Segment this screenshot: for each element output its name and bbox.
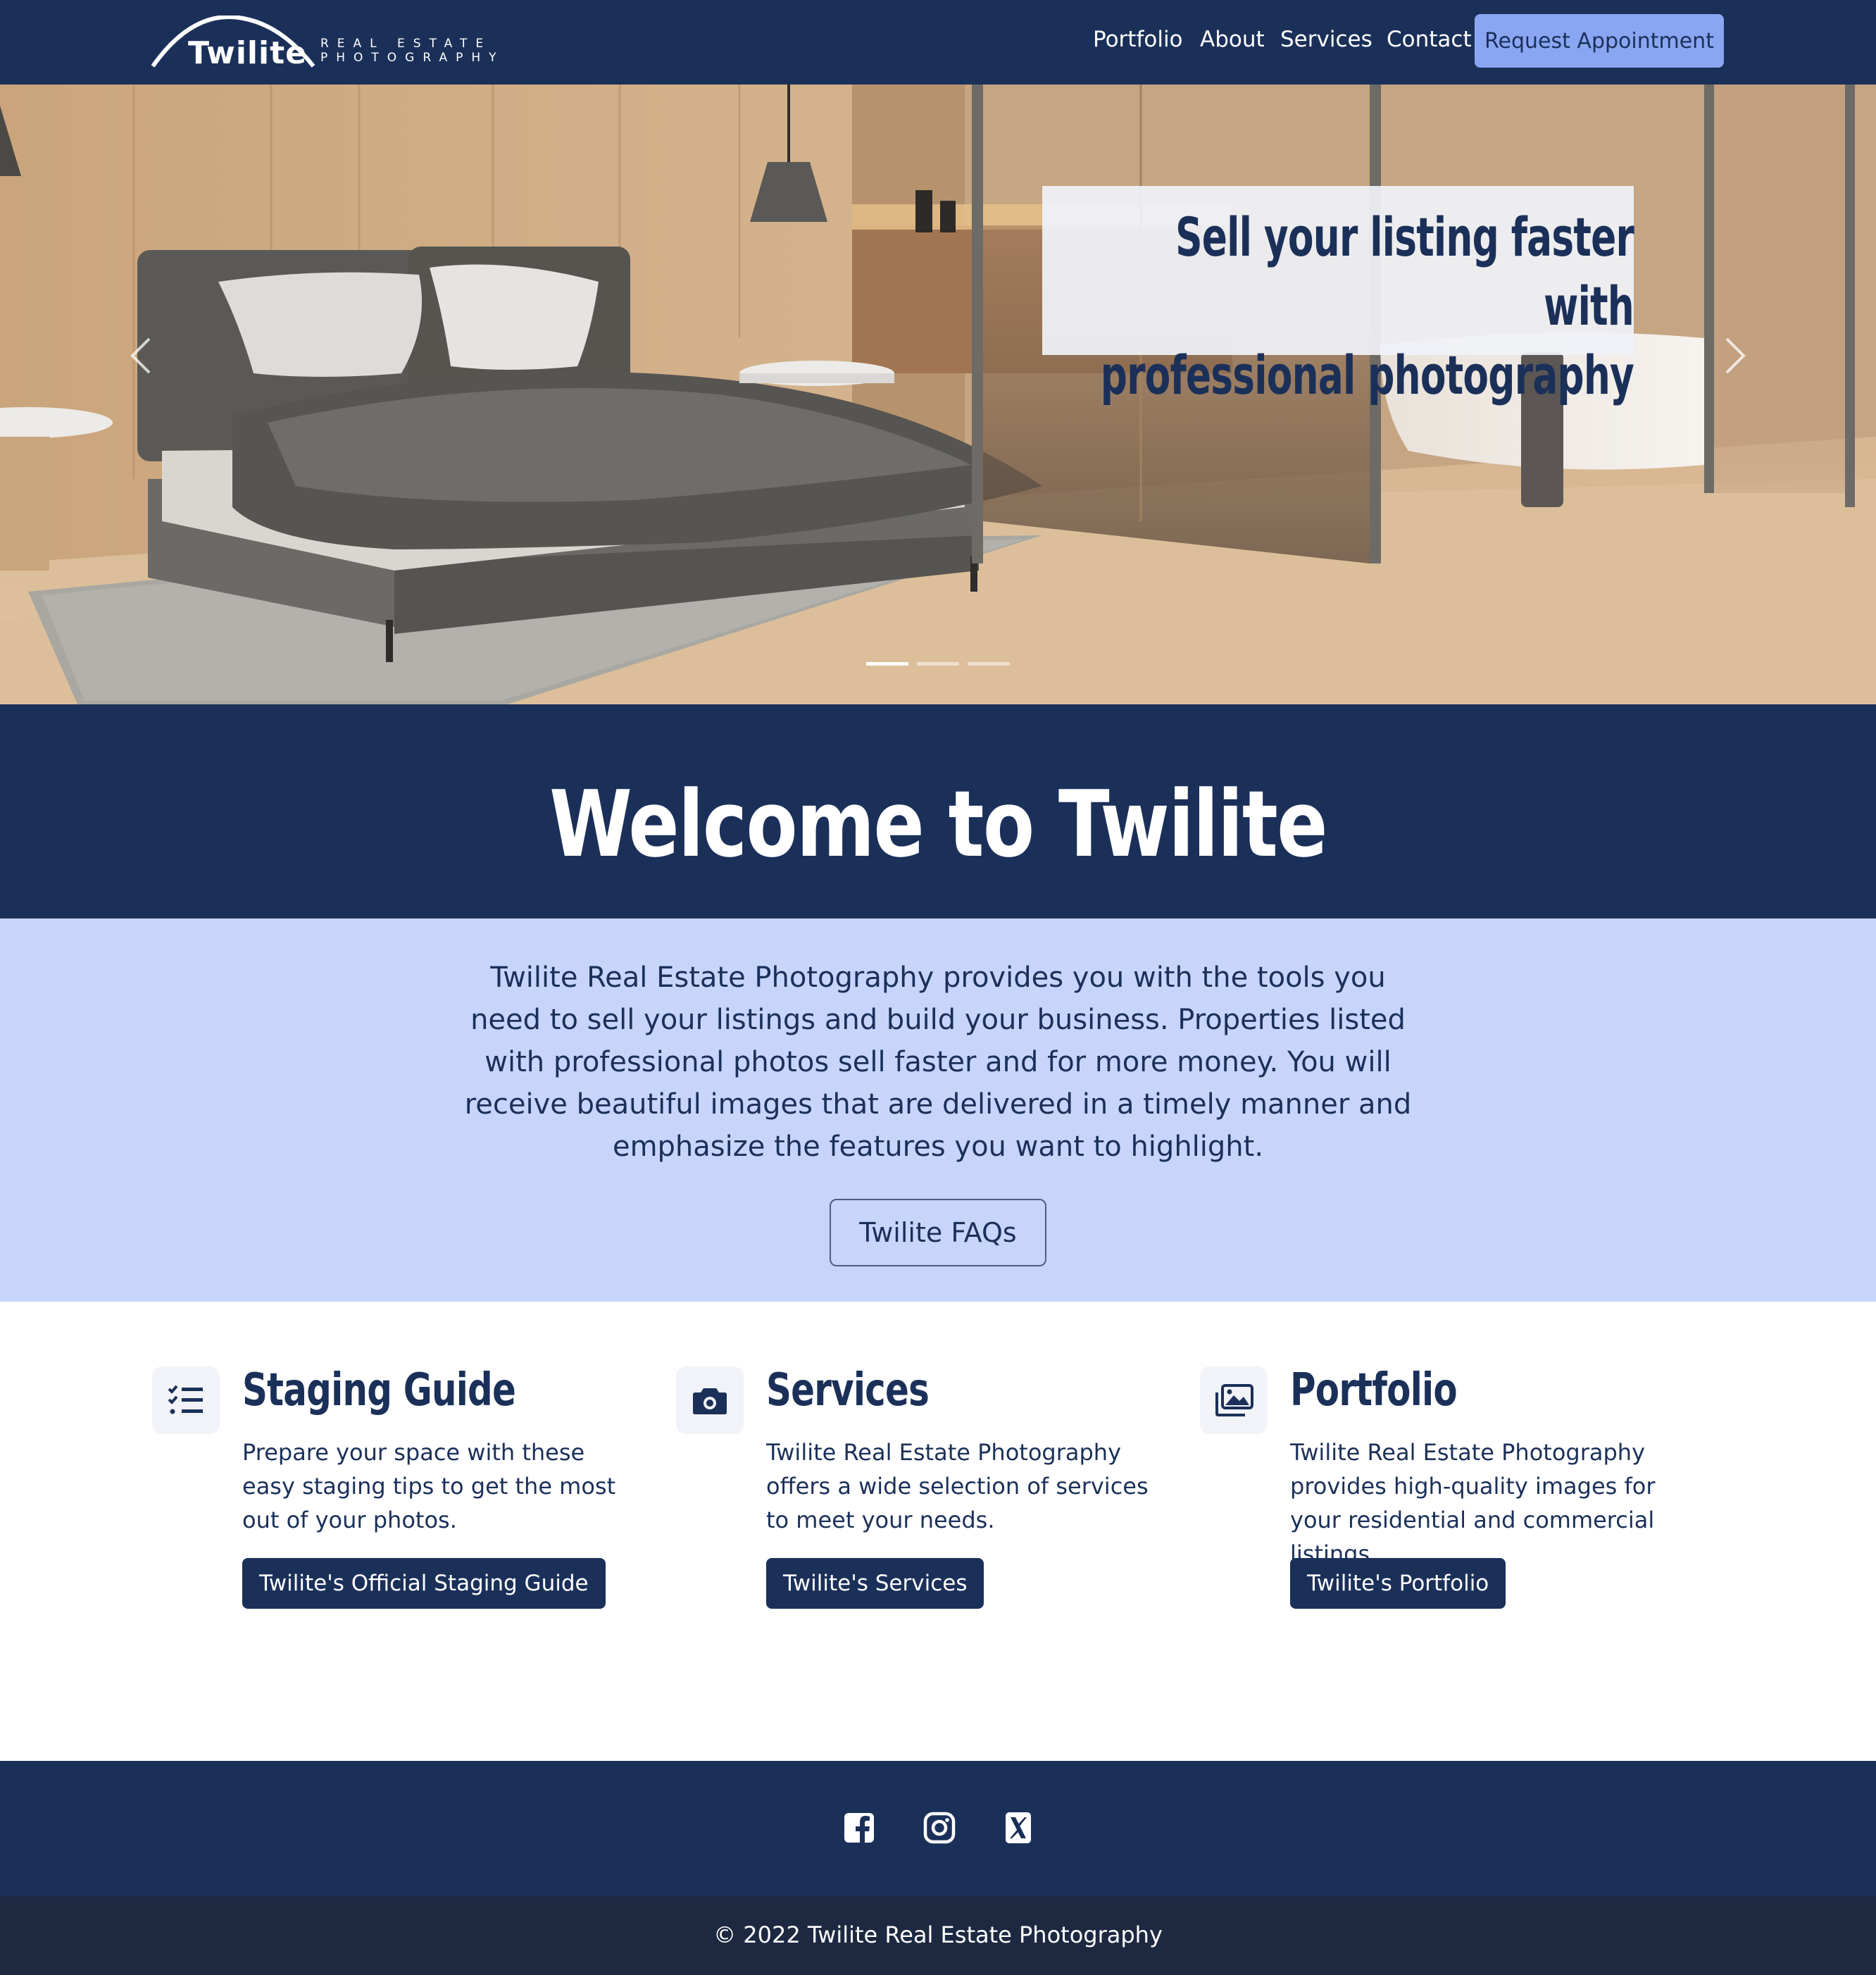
nav-link-about[interactable]: About <box>1200 27 1265 52</box>
brand-tagline-line2: PHOTOGRAPHY <box>320 51 505 65</box>
nav-link-portfolio[interactable]: Portfolio <box>1093 27 1183 52</box>
feature-services: Services Twilite Real Estate Photography… <box>676 1364 1149 1613</box>
nav-link-contact[interactable]: Contact <box>1387 27 1472 52</box>
feature-description-services: Twilite Real Estate Photography offers a… <box>766 1439 1149 1533</box>
feature-title-portfolio: Portfolio <box>1290 1364 1458 1416</box>
carousel-next-button[interactable] <box>1714 328 1756 384</box>
brand-name: Twilite <box>188 35 307 71</box>
instagram-icon[interactable] <box>922 1810 957 1845</box>
checklist-icon <box>152 1366 220 1434</box>
carousel-prev-button[interactable] <box>120 328 162 384</box>
copyright-bar: © 2022 Twilite Real Estate Photography <box>0 1896 1876 1975</box>
copyright-text: © 2022 Twilite Real Estate Photography <box>713 1921 1163 1948</box>
staging-guide-button[interactable]: Twilite's Official Staging Guide <box>242 1558 606 1609</box>
chevron-left-icon <box>130 337 151 374</box>
hero-carousel: Sell your listing faster with profession… <box>0 85 1876 704</box>
carousel-indicator-2[interactable] <box>917 662 959 666</box>
request-appointment-button[interactable]: Request Appointment <box>1475 14 1724 68</box>
footer <box>0 1761 1876 1896</box>
services-button[interactable]: Twilite's Services <box>766 1558 984 1609</box>
navbar: Twilite REAL ESTATE PHOTOGRAPHY Portfoli… <box>0 0 1876 85</box>
welcome-title: Welcome to Twilite <box>549 771 1327 878</box>
feature-staging-guide: Staging Guide Prepare your space with th… <box>152 1364 615 1613</box>
facebook-icon[interactable] <box>842 1810 877 1845</box>
hero-caption-line2: professional photography <box>1100 344 1634 406</box>
feature-title-staging-guide: Staging Guide <box>242 1364 516 1416</box>
feature-description-portfolio: Twilite Real Estate Photography provides… <box>1290 1439 1656 1567</box>
camera-icon <box>676 1366 744 1434</box>
intro-section: Twilite Real Estate Photography provides… <box>0 918 1876 1302</box>
brand-tagline-line1: REAL ESTATE <box>320 37 492 51</box>
intro-text: Twilite Real Estate Photography provides… <box>464 961 1412 1163</box>
brand-logo[interactable]: Twilite REAL ESTATE PHOTOGRAPHY <box>151 15 496 72</box>
feature-title-services: Services <box>766 1364 930 1416</box>
x-twitter-icon[interactable] <box>1001 1810 1036 1845</box>
carousel-indicator-3[interactable] <box>968 662 1010 666</box>
faqs-button[interactable]: Twilite FAQs <box>830 1199 1046 1266</box>
feature-description-staging-guide: Prepare your space with these easy stagi… <box>242 1439 616 1533</box>
brand-tagline: REAL ESTATE PHOTOGRAPHY <box>320 37 505 65</box>
feature-portfolio: Portfolio Twilite Real Estate Photograph… <box>1200 1364 1655 1613</box>
hero-caption-line1: Sell your listing faster with <box>1175 206 1634 337</box>
images-icon <box>1200 1366 1268 1434</box>
chevron-right-icon <box>1725 337 1746 374</box>
nav-link-services[interactable]: Services <box>1280 27 1372 52</box>
carousel-indicators <box>866 662 1011 669</box>
portfolio-button[interactable]: Twilite's Portfolio <box>1290 1558 1506 1609</box>
welcome-section: Welcome to Twilite <box>0 704 1876 918</box>
hero-caption: Sell your listing faster with profession… <box>1042 186 1634 406</box>
carousel-indicator-1[interactable] <box>866 662 908 666</box>
